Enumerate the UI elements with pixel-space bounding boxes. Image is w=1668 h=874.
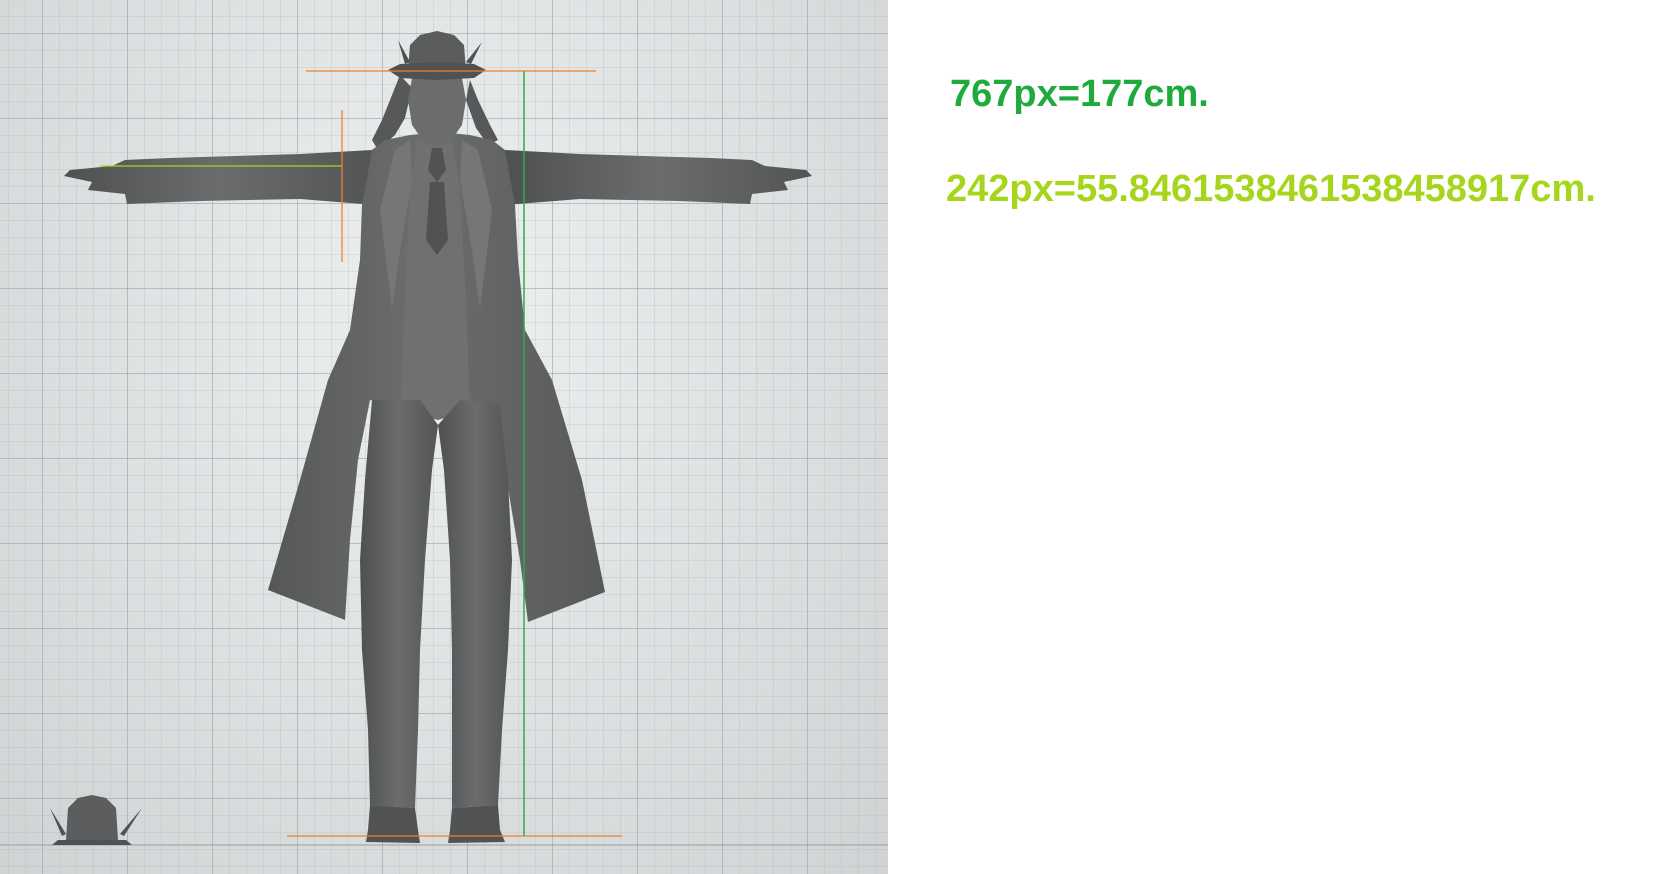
character-model[interactable] — [64, 31, 812, 843]
right-arm — [505, 150, 812, 205]
right-leg — [438, 400, 512, 808]
hat-prop-brim — [52, 840, 132, 845]
height-measurement-label: 767px=177cm. — [950, 73, 1209, 115]
model-canvas — [0, 31, 888, 846]
hat-prop[interactable] — [50, 795, 142, 845]
left-arm — [64, 150, 375, 205]
left-leg — [360, 400, 438, 808]
left-shoe — [366, 805, 420, 843]
hat-feather-right — [466, 42, 482, 64]
tie — [426, 148, 448, 255]
hat-prop-feather-left — [50, 808, 66, 836]
page: 767px=177cm. 242px=55.846153846153845891… — [0, 0, 1668, 874]
right-shoe — [448, 805, 505, 843]
hat-prop-crown — [66, 795, 118, 840]
arm-measurement-label: 242px=55.8461538461538458917cm. — [946, 168, 1596, 210]
model-viewport[interactable] — [0, 0, 888, 874]
hat-feather-left — [398, 40, 410, 64]
hat-prop-feather-right — [120, 808, 142, 836]
